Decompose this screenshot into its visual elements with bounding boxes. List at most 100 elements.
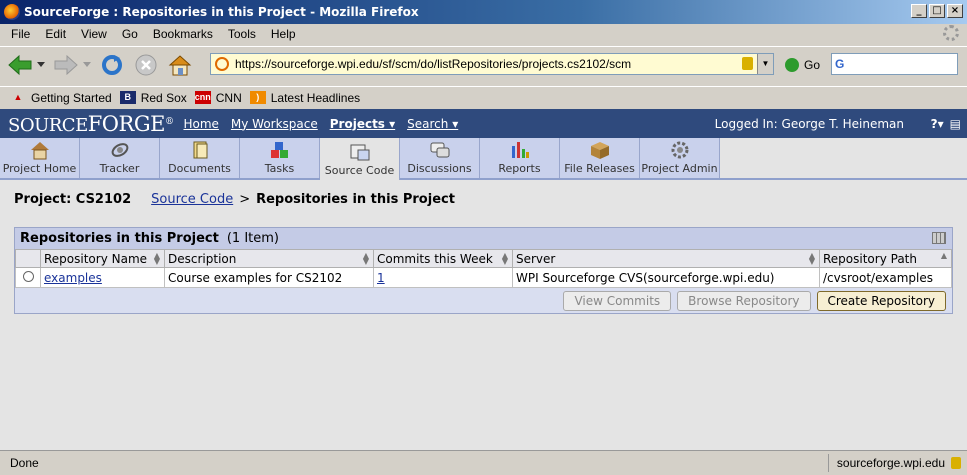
satellite-icon (109, 140, 131, 160)
tab-documents[interactable]: Documents (160, 138, 240, 178)
column-header-name[interactable]: Repository Name ▲ ▼ (40, 249, 165, 268)
sourceforge-logo[interactable]: SOURCEFORGE® (8, 112, 174, 136)
search-input[interactable]: G (831, 53, 958, 75)
panel-title: Repositories in this Project (20, 231, 219, 246)
tab-file-releases[interactable]: File Releases (560, 138, 640, 178)
column-header-server[interactable]: Server ▲ ▼ (512, 249, 820, 268)
back-button[interactable] (6, 51, 34, 79)
reload-button[interactable] (98, 51, 126, 79)
close-button[interactable]: × (947, 4, 963, 18)
nav-projects-link[interactable]: Projects ▾ (330, 117, 395, 131)
menu-view[interactable]: View (74, 27, 115, 41)
select-column-header (15, 249, 41, 268)
site-favicon-icon (215, 57, 229, 71)
tab-label: Project Home (2, 162, 77, 175)
tab-tracker[interactable]: Tracker (80, 138, 160, 178)
speech-bubbles-icon (429, 140, 451, 160)
menu-file[interactable]: File (4, 27, 38, 41)
tab-label: Tracker (99, 162, 140, 175)
red-sox-icon: B (119, 91, 136, 104)
back-dropdown-button[interactable] (36, 51, 46, 79)
forward-dropdown-button[interactable] (82, 51, 92, 79)
maximize-button[interactable]: □ (929, 4, 945, 18)
tab-label: Project Admin (641, 162, 718, 175)
row-radio-button[interactable] (23, 270, 34, 282)
go-button[interactable]: Go (785, 58, 820, 72)
tab-discussions[interactable]: Discussions (400, 138, 480, 178)
breadcrumb-source-code-link[interactable]: Source Code (151, 192, 233, 207)
commits-link[interactable]: 1 (377, 271, 385, 285)
rss-feed-icon: ) (249, 91, 266, 104)
bookmark-getting-started[interactable]: ▲ Getting Started (10, 91, 112, 105)
browse-repository-button[interactable]: Browse Repository (677, 291, 811, 311)
tab-spacer (720, 138, 967, 178)
sort-icon: ▲ ▼ (501, 251, 508, 266)
logo-prefix: SOURCE (8, 114, 88, 136)
bookmark-label: Latest Headlines (270, 90, 361, 105)
sort-icon: ▲ (940, 251, 947, 260)
url-dropdown-button[interactable]: ▼ (757, 54, 773, 74)
menu-bookmarks[interactable]: Bookmarks (146, 27, 221, 41)
column-label: Repository Name (44, 251, 148, 266)
window-controls: _ □ × (911, 4, 963, 18)
throbber-icon (943, 25, 959, 41)
create-repository-button[interactable]: Create Repository (816, 291, 946, 311)
minimize-button[interactable]: _ (911, 4, 927, 18)
tab-reports[interactable]: Reports (480, 138, 560, 178)
tab-project-admin[interactable]: Project Admin (640, 138, 720, 178)
menu-go[interactable]: Go (115, 27, 146, 41)
repo-server: WPI Sourceforge CVS(sourceforge.wpi.edu) (512, 267, 820, 288)
repo-name-cell: examples (40, 267, 165, 288)
bookmark-latest-headlines[interactable]: ) Latest Headlines (249, 90, 361, 105)
menu-tools[interactable]: Tools (221, 27, 264, 41)
tab-label: Discussions (407, 162, 472, 175)
stop-button[interactable] (132, 51, 160, 79)
url-bar[interactable]: https://sourceforge.wpi.edu/sf/scm/do/li… (210, 53, 774, 75)
reload-icon (102, 54, 122, 75)
status-text: Done (10, 456, 39, 470)
nav-home-link[interactable]: Home (183, 117, 218, 131)
column-header-description[interactable]: Description ▲ ▼ (164, 249, 374, 268)
bookmark-red-sox[interactable]: B Red Sox (119, 91, 187, 105)
nav-search-link[interactable]: Search ▾ (407, 117, 458, 131)
bookmark-label: Getting Started (31, 90, 112, 105)
column-header-commits[interactable]: Commits this Week ▲ ▼ (373, 249, 513, 268)
status-bar: Done sourceforge.wpi.edu (0, 450, 967, 475)
home-button[interactable] (166, 51, 194, 79)
window-titlebar: SourceForge : Repositories in this Proje… (0, 0, 967, 24)
gear-icon (669, 140, 691, 160)
column-header-path[interactable]: Repository Path ▲ (819, 249, 952, 268)
status-host: sourceforge.wpi.edu (827, 454, 961, 472)
bookmark-label: CNN (215, 90, 242, 105)
sf-header: SOURCEFORGE® Home My Workspace Projects … (0, 109, 967, 138)
menu-edit[interactable]: Edit (38, 27, 74, 41)
menu-bar: File Edit View Go Bookmarks Tools Help (0, 24, 967, 44)
forward-button[interactable] (52, 51, 80, 79)
chevron-down-icon (83, 61, 91, 67)
table-settings-icon[interactable] (932, 232, 946, 244)
repo-name-link[interactable]: examples (44, 271, 102, 285)
status-host-label: sourceforge.wpi.edu (836, 456, 945, 470)
menu-help[interactable]: Help (264, 27, 304, 41)
nav-projects-label: Projects (329, 116, 385, 131)
column-label: Repository Path (823, 251, 917, 266)
go-label: Go (804, 58, 821, 72)
repositories-panel: Repositories in this Project (1 Item) Re… (14, 227, 953, 314)
row-select-cell (15, 267, 41, 288)
padlock-icon[interactable] (951, 457, 961, 469)
tab-tasks[interactable]: Tasks (240, 138, 320, 178)
documents-icon (189, 140, 211, 160)
tab-label: Documents (168, 162, 231, 175)
tab-source-code[interactable]: Source Code (320, 138, 400, 180)
help-icon[interactable]: ?▾ (931, 117, 944, 131)
bookmark-cnn[interactable]: cnn CNN (194, 90, 242, 105)
sort-icon: ▲ ▼ (362, 251, 369, 266)
search-engine-icon: G (835, 57, 845, 71)
project-title: Project: CS2102 (14, 192, 132, 207)
monitor-icon[interactable]: ▤ (950, 117, 961, 131)
nav-search-label: Search (407, 116, 449, 131)
view-commits-button[interactable]: View Commits (563, 291, 672, 311)
nav-my-workspace-link[interactable]: My Workspace (231, 117, 318, 131)
commits-cell: 1 (373, 267, 513, 288)
tab-project-home[interactable]: Project Home (0, 138, 80, 178)
